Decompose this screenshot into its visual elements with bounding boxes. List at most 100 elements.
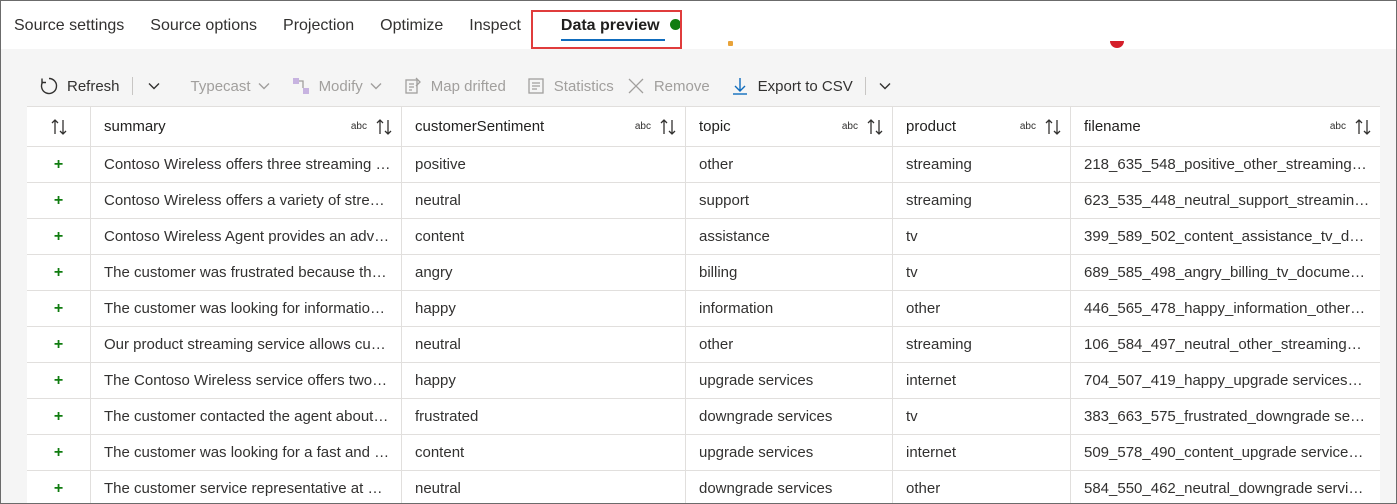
cell-summary[interactable]: The customer was looking for information… [91,291,402,326]
cell-product[interactable]: tv [893,219,1071,254]
cell-product[interactable]: internet [893,435,1071,470]
cell-customersentiment[interactable]: positive [402,147,686,182]
cell-topic[interactable]: other [686,327,893,362]
export-options-dropdown[interactable] [868,67,902,105]
cell-filename[interactable]: 623_535_448_neutral_support_streaming_d.… [1071,183,1380,218]
table-row[interactable]: + The customer was frustrated because the… [27,255,1380,291]
cell-customersentiment[interactable]: content [402,219,686,254]
cell-filename[interactable]: 509_578_490_content_upgrade services_int… [1071,435,1380,470]
column-header-filename[interactable]: filename abc [1071,107,1380,146]
cell-customersentiment[interactable]: angry [402,255,686,290]
cell-product[interactable]: tv [893,255,1071,290]
cell-product[interactable]: tv [893,399,1071,434]
column-header-product[interactable]: product abc [893,107,1071,146]
cell-topic[interactable]: upgrade services [686,435,893,470]
row-sort-header[interactable] [27,107,91,146]
statistics-label: Statistics [553,77,614,95]
cell-product[interactable]: streaming [893,147,1071,182]
table-row[interactable]: + The customer was looking for informatio… [27,291,1380,327]
table-row[interactable]: + Contoso Wireless Agent provides an adva… [27,219,1380,255]
tab-optimize[interactable]: Optimize [380,1,443,49]
sort-icon[interactable] [375,117,393,137]
cell-filename[interactable]: 106_584_497_neutral_other_streaming_doc.… [1071,327,1380,362]
table-row[interactable]: + The Contoso Wireless service offers two… [27,363,1380,399]
cell-filename[interactable]: 446_565_478_happy_information_other_do..… [1071,291,1380,326]
cell-topic[interactable]: assistance [686,219,893,254]
cell-summary[interactable]: Contoso Wireless Agent provides an advan… [91,219,402,254]
cell-value: Contoso Wireless offers three streaming … [104,156,401,173]
sort-icon[interactable] [659,117,677,137]
cell-product[interactable]: other [893,291,1071,326]
cell-customersentiment[interactable]: neutral [402,327,686,362]
table-row[interactable]: + The customer service representative at … [27,471,1380,503]
tab-label: Inspect [469,17,521,34]
type-badge: abc [1019,121,1036,132]
sort-icon[interactable] [1044,117,1062,137]
typecast-button[interactable]: Typecast [173,67,281,105]
tab-inspect[interactable]: Inspect [469,1,521,49]
table-row[interactable]: + Our product streaming service allows cu… [27,327,1380,363]
remove-button[interactable]: Remove [624,67,720,105]
tab-data-preview[interactable]: Data preview [560,1,681,49]
cell-value: The Contoso Wireless service offers two … [104,372,401,389]
cell-value: upgrade services [699,372,814,389]
cell-customersentiment[interactable]: neutral [402,471,686,503]
cell-topic[interactable]: information [686,291,893,326]
cell-filename[interactable]: 584_550_462_neutral_downgrade services_.… [1071,471,1380,503]
table-row[interactable]: + Contoso Wireless offers a variety of st… [27,183,1380,219]
cell-product[interactable]: other [893,471,1071,503]
export-csv-button[interactable]: Export to CSV [720,67,863,105]
cell-topic[interactable]: downgrade services [686,399,893,434]
map-drifted-button[interactable]: Map drifted [393,67,516,105]
cell-summary[interactable]: The customer service representative at C… [91,471,402,503]
column-header-topic[interactable]: topic abc [686,107,893,146]
preview-toolbar: Refresh Typecast Modify Map drifted Stat… [27,67,902,105]
cell-product[interactable]: streaming [893,327,1071,362]
cell-customersentiment[interactable]: neutral [402,183,686,218]
cell-value: 623_535_448_neutral_support_streaming_d.… [1084,192,1380,209]
cell-value: angry [415,264,453,281]
tab-source-options[interactable]: Source options [150,1,257,49]
sort-icon[interactable] [1354,117,1372,137]
cell-summary[interactable]: Contoso Wireless offers three streaming … [91,147,402,182]
cell-filename[interactable]: 704_507_419_happy_upgrade services_inte.… [1071,363,1380,398]
tab-source-settings[interactable]: Source settings [14,1,124,49]
cell-filename[interactable]: 689_585_498_angry_billing_tv_document.tx… [1071,255,1380,290]
modify-button[interactable]: Modify [281,67,393,105]
cell-topic[interactable]: support [686,183,893,218]
sort-icon[interactable] [866,117,884,137]
refresh-button[interactable]: Refresh [27,67,130,105]
cell-summary[interactable]: The customer was frustrated because they… [91,255,402,290]
cell-customersentiment[interactable]: frustrated [402,399,686,434]
cell-filename[interactable]: 218_635_548_positive_other_streaming_do.… [1071,147,1380,182]
cell-summary[interactable]: The customer contacted the agent about n… [91,399,402,434]
column-header-customersentiment[interactable]: customerSentiment abc [402,107,686,146]
tab-projection[interactable]: Projection [283,1,354,49]
cell-value: happy [415,300,456,317]
plus-icon: + [53,371,64,389]
table-row[interactable]: + The customer contacted the agent about … [27,399,1380,435]
cell-product[interactable]: internet [893,363,1071,398]
cell-customersentiment[interactable]: happy [402,363,686,398]
cell-customersentiment[interactable]: happy [402,291,686,326]
cell-filename[interactable]: 399_589_502_content_assistance_tv_docu..… [1071,219,1380,254]
cell-topic[interactable]: other [686,147,893,182]
cell-topic[interactable]: downgrade services [686,471,893,503]
cell-topic[interactable]: billing [686,255,893,290]
cell-customersentiment[interactable]: content [402,435,686,470]
refresh-options-dropdown[interactable] [135,67,173,105]
cell-value: happy [415,372,456,389]
cell-summary[interactable]: The customer was looking for a fast and … [91,435,402,470]
statistics-button[interactable]: Statistics [516,67,624,105]
column-header-summary[interactable]: summary abc [91,107,402,146]
cell-value: The customer contacted the agent about n… [104,408,399,425]
cell-product[interactable]: streaming [893,183,1071,218]
table-row[interactable]: + The customer was looking for a fast and… [27,435,1380,471]
table-row[interactable]: + Contoso Wireless offers three streaming… [27,147,1380,183]
cell-summary[interactable]: Contoso Wireless offers a variety of str… [91,183,402,218]
cell-summary[interactable]: The Contoso Wireless service offers two … [91,363,402,398]
refresh-icon [39,76,59,96]
cell-filename[interactable]: 383_663_575_frustrated_downgrade servic.… [1071,399,1380,434]
cell-summary[interactable]: Our product streaming service allows cus… [91,327,402,362]
cell-topic[interactable]: upgrade services [686,363,893,398]
